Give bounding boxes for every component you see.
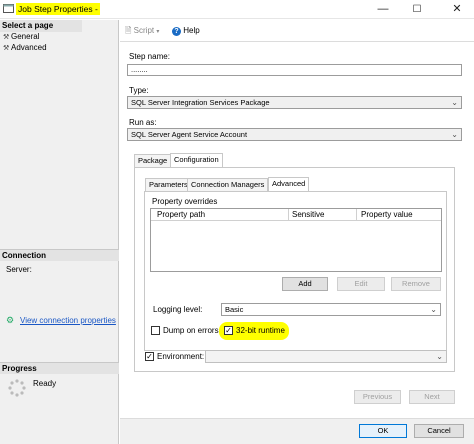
title-bar: Job Step Properties - — ☐ ✕: [0, 0, 474, 19]
progress-status: Ready: [33, 379, 57, 388]
environment-select[interactable]: ⌄: [205, 350, 447, 363]
type-label: Type:: [129, 86, 149, 95]
window-title: Job Step Properties -: [16, 3, 100, 15]
tab-configuration[interactable]: Configuration: [170, 153, 223, 167]
chevron-down-icon: ⌄: [451, 98, 458, 107]
remove-button[interactable]: Remove: [391, 277, 441, 291]
type-value: SQL Server Integration Services Package: [131, 98, 270, 107]
run-as-select[interactable]: SQL Server Agent Service Account ⌄: [127, 128, 462, 141]
left-panel: Select a page ⚒ General ⚒ Advanced Connect…: [0, 20, 119, 444]
dump-on-errors-label: Dump on errors: [163, 326, 219, 335]
runtime-32bit-label: 32-bit runtime: [236, 326, 285, 335]
view-connection-row[interactable]: ⚙ View connection properties: [6, 315, 116, 325]
wrench-icon: ⚒: [3, 45, 10, 52]
column-header-property-value[interactable]: Property value: [361, 210, 413, 219]
server-label: Server:: [6, 265, 32, 274]
chevron-down-icon: ▾: [156, 29, 160, 35]
window-icon: [3, 4, 14, 13]
script-button[interactable]: 🗎 Script ▾: [125, 25, 159, 37]
logging-level-select[interactable]: Basic ⌄: [221, 303, 441, 316]
script-label: Script: [133, 26, 155, 35]
column-header-property-path[interactable]: Property path: [157, 210, 205, 219]
dump-on-errors-checkbox[interactable]: [151, 326, 160, 335]
property-overrides-label: Property overrides: [152, 197, 218, 206]
column-header-sensitive[interactable]: Sensitive: [292, 210, 324, 219]
connection-icon: ⚙: [6, 315, 15, 325]
page-item-label: General: [11, 32, 40, 41]
chevron-down-icon: ⌄: [430, 305, 437, 314]
edit-button[interactable]: Edit: [337, 277, 385, 291]
column-divider: [356, 209, 357, 221]
connection-header: Connection: [0, 249, 119, 261]
progress-header: Progress: [0, 362, 119, 374]
chevron-down-icon: ⌄: [436, 352, 443, 361]
step-name-input[interactable]: ........: [127, 64, 462, 76]
select-page-header: Select a page: [0, 20, 82, 32]
progress-spinner-icon: [8, 379, 26, 397]
run-as-value: SQL Server Agent Service Account: [131, 130, 248, 139]
view-connection-link[interactable]: View connection properties: [20, 316, 116, 325]
maximize-button[interactable]: ☐: [404, 0, 430, 19]
toolbar: 🗎 Script ▾ ? Help: [120, 20, 474, 42]
grid-header: Property path Sensitive Property value: [151, 209, 441, 221]
run-as-label: Run as:: [129, 118, 157, 127]
previous-button[interactable]: Previous: [354, 390, 401, 404]
tab-connection-managers[interactable]: Connection Managers: [187, 178, 269, 191]
ok-button[interactable]: OK: [359, 424, 407, 438]
logging-level-value: Basic: [225, 305, 244, 314]
close-button[interactable]: ✕: [444, 0, 470, 19]
runtime-32bit-checkbox[interactable]: ✓: [224, 326, 233, 335]
environment-checkbox[interactable]: ✓: [145, 352, 154, 361]
minimize-button[interactable]: —: [370, 0, 396, 19]
logging-level-label: Logging level:: [153, 305, 203, 314]
wrench-icon: ⚒: [3, 34, 10, 41]
chevron-down-icon: ⌄: [451, 130, 458, 139]
page-item-label: Advanced: [11, 43, 47, 52]
help-label: Help: [183, 26, 200, 35]
environment-label: Environment:: [157, 352, 205, 361]
step-name-label: Step name:: [129, 52, 170, 61]
help-icon: ?: [172, 27, 181, 36]
add-button[interactable]: Add: [282, 277, 328, 291]
column-divider: [288, 209, 289, 221]
help-button[interactable]: ? Help: [172, 25, 200, 37]
page-item-advanced[interactable]: ⚒ Advanced: [3, 43, 47, 53]
type-select[interactable]: SQL Server Integration Services Package …: [127, 96, 462, 109]
cancel-button[interactable]: Cancel: [414, 424, 464, 438]
tab-parameters[interactable]: Parameters: [145, 178, 192, 191]
next-button[interactable]: Next: [409, 390, 455, 404]
property-overrides-grid[interactable]: Property path Sensitive Property value: [150, 208, 442, 272]
tab-advanced[interactable]: Advanced: [268, 177, 310, 191]
tab-package[interactable]: Package: [134, 154, 172, 167]
script-icon: 🗎: [125, 26, 132, 35]
page-item-general[interactable]: ⚒ General: [3, 32, 39, 42]
